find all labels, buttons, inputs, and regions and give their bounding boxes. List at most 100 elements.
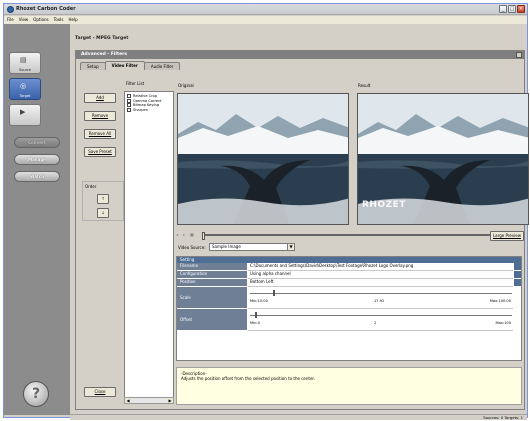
offset-track[interactable]: [250, 315, 512, 316]
target-icon: ◎: [20, 82, 27, 90]
status-text: Sources: 0 Targets: 1: [483, 415, 523, 420]
close-icon[interactable]: ×: [517, 5, 525, 13]
tab-setup[interactable]: Setup: [80, 62, 106, 70]
maximize-icon[interactable]: □: [508, 5, 516, 13]
manage-button[interactable]: Manage: [14, 154, 60, 165]
filter-checkbox[interactable]: [127, 103, 131, 108]
filter-name: Sharpen: [133, 107, 149, 112]
browse-icon[interactable]: [514, 263, 521, 271]
app-window: Rhozet Carbon Coder _ □ × File View Opti…: [3, 3, 529, 420]
convert-button[interactable]: Convert: [14, 137, 60, 148]
setting-row-position: Position Bottom Left: [177, 279, 521, 287]
move-up-button[interactable]: ↑: [97, 194, 109, 204]
offset-current: 2: [374, 321, 377, 325]
setting-key: Offset: [177, 309, 247, 331]
logo-overlay: RHOZET: [362, 200, 406, 210]
filter-tabs: Setup Video Filter Audio Filter: [80, 61, 181, 70]
setting-row-filename: Filename C:\Documents and Settings\David…: [177, 263, 521, 271]
menu-file[interactable]: File: [7, 16, 14, 24]
description-box: -Description- Adjusts the position offse…: [176, 367, 522, 405]
filter-list-scrollbar[interactable]: ◀ ▶: [124, 397, 174, 404]
title-bar: Rhozet Carbon Coder _ □ ×: [4, 4, 527, 15]
remove-all-button[interactable]: Remove All: [84, 129, 116, 139]
filter-checkbox[interactable]: [127, 108, 131, 113]
video-source-label: Video Source:: [178, 245, 206, 250]
result-preview: RHOZET: [357, 93, 529, 225]
nav-source-label: Source: [18, 68, 32, 72]
setting-key: Configuration: [177, 271, 247, 279]
scale-track[interactable]: [250, 293, 512, 294]
move-down-button[interactable]: ↓: [97, 208, 109, 218]
settings-grid: Setting Filename C:\Documents and Settin…: [176, 256, 522, 361]
help-button[interactable]: ?: [23, 381, 49, 407]
panel-collapse-icon[interactable]: [516, 52, 522, 58]
scale-slider[interactable]: Min:10.00 17.92 Max:100.00: [248, 287, 513, 309]
chevron-down-icon[interactable]: ▼: [287, 244, 294, 250]
tab-video-filter[interactable]: Video Filter: [104, 61, 145, 70]
scale-min: Min:10.00: [250, 299, 268, 303]
list-item[interactable]: Sharpen: [127, 108, 171, 113]
menu-tools[interactable]: Tools: [54, 16, 64, 24]
menu-help[interactable]: Help: [69, 16, 78, 24]
setting-row-scale: Scale Min:10.00 17.92 Max:100.00: [177, 287, 521, 309]
scroll-right-icon[interactable]: ▶: [167, 398, 173, 403]
nav-convert-tile[interactable]: ▶: [9, 104, 41, 126]
page-title: Target - MPEG Target: [75, 36, 129, 41]
video-source-select[interactable]: Sample Image ▼: [209, 243, 295, 251]
setting-row-offset: Offset Min:0 2 Max:100: [177, 309, 521, 331]
window-controls: _ □ ×: [499, 5, 525, 13]
left-sidebar: ▤ Source ◎ Target ▶ Convert Manage Watch…: [4, 24, 70, 415]
video-source-value: Sample Image: [212, 244, 241, 249]
scale-max: Max:100.00: [489, 299, 511, 303]
offset-thumb[interactable]: [255, 312, 258, 318]
filename-field[interactable]: C:\Documents and Settings\David\Desktop\…: [248, 263, 513, 271]
configuration-field[interactable]: Using alpha channel: [248, 271, 513, 279]
filter-list[interactable]: Relative Crop Gamma Correct Bitmap Keyin…: [124, 91, 174, 401]
add-button[interactable]: Add: [84, 93, 116, 103]
timeline-slider[interactable]: [202, 232, 492, 240]
nav-source-tile[interactable]: ▤ Source: [9, 52, 41, 74]
status-bar: Sources: 0 Targets: 1: [70, 414, 527, 420]
filters-panel: Advanced - Filters Setup Video Filter Au…: [75, 50, 529, 410]
nav-target-tile[interactable]: ◎ Target: [9, 78, 41, 100]
position-field[interactable]: Bottom Left: [248, 279, 513, 287]
large-preview-button[interactable]: Large Preview: [490, 231, 524, 241]
configuration-dropdown-icon[interactable]: [514, 271, 521, 279]
watch-button[interactable]: Watch: [14, 171, 60, 182]
panel-title: Advanced - Filters: [81, 52, 128, 57]
offset-max: Max:100: [495, 321, 512, 325]
filter-checkbox[interactable]: [127, 98, 131, 103]
setting-key: Scale: [177, 287, 247, 309]
tab-audio-filter[interactable]: Audio Filter: [143, 62, 181, 70]
save-preset-button[interactable]: Save Preset: [84, 147, 116, 157]
remove-button[interactable]: Remove: [84, 111, 116, 121]
scale-thumb[interactable]: [273, 290, 276, 296]
timeline-thumb[interactable]: [202, 232, 205, 240]
result-label: Result: [358, 83, 371, 88]
minimize-icon[interactable]: _: [499, 5, 507, 13]
playback-controls: ◂ ▸ ■: [176, 231, 521, 240]
setting-key: Position: [177, 279, 247, 287]
play-icon[interactable]: ▸: [183, 233, 188, 237]
close-button[interactable]: Close: [84, 387, 116, 397]
convert-icon: ▶: [20, 108, 26, 116]
offset-slider[interactable]: Min:0 2 Max:100: [248, 309, 513, 331]
menu-view[interactable]: View: [19, 16, 29, 24]
setting-key: Filename: [177, 263, 247, 271]
app-logo-icon: [7, 6, 14, 13]
original-label: Original: [178, 83, 194, 88]
order-group: Order ↑ ↓: [82, 181, 124, 221]
setting-row-configuration: Configuration Using alpha channel: [177, 271, 521, 279]
menu-options[interactable]: Options: [33, 16, 48, 24]
filter-checkbox[interactable]: [127, 94, 131, 99]
original-preview: [177, 93, 349, 225]
source-icon: ▤: [20, 56, 27, 64]
stop-icon[interactable]: ■: [190, 233, 195, 237]
filter-list-label: Filter List: [126, 81, 145, 86]
position-dropdown-icon[interactable]: [514, 279, 521, 287]
order-label: Order: [85, 184, 97, 189]
scale-current: 17.92: [374, 299, 385, 303]
scroll-left-icon[interactable]: ◀: [125, 398, 131, 403]
rewind-icon[interactable]: ◂: [176, 233, 181, 237]
window-title: Rhozet Carbon Coder: [16, 6, 76, 12]
